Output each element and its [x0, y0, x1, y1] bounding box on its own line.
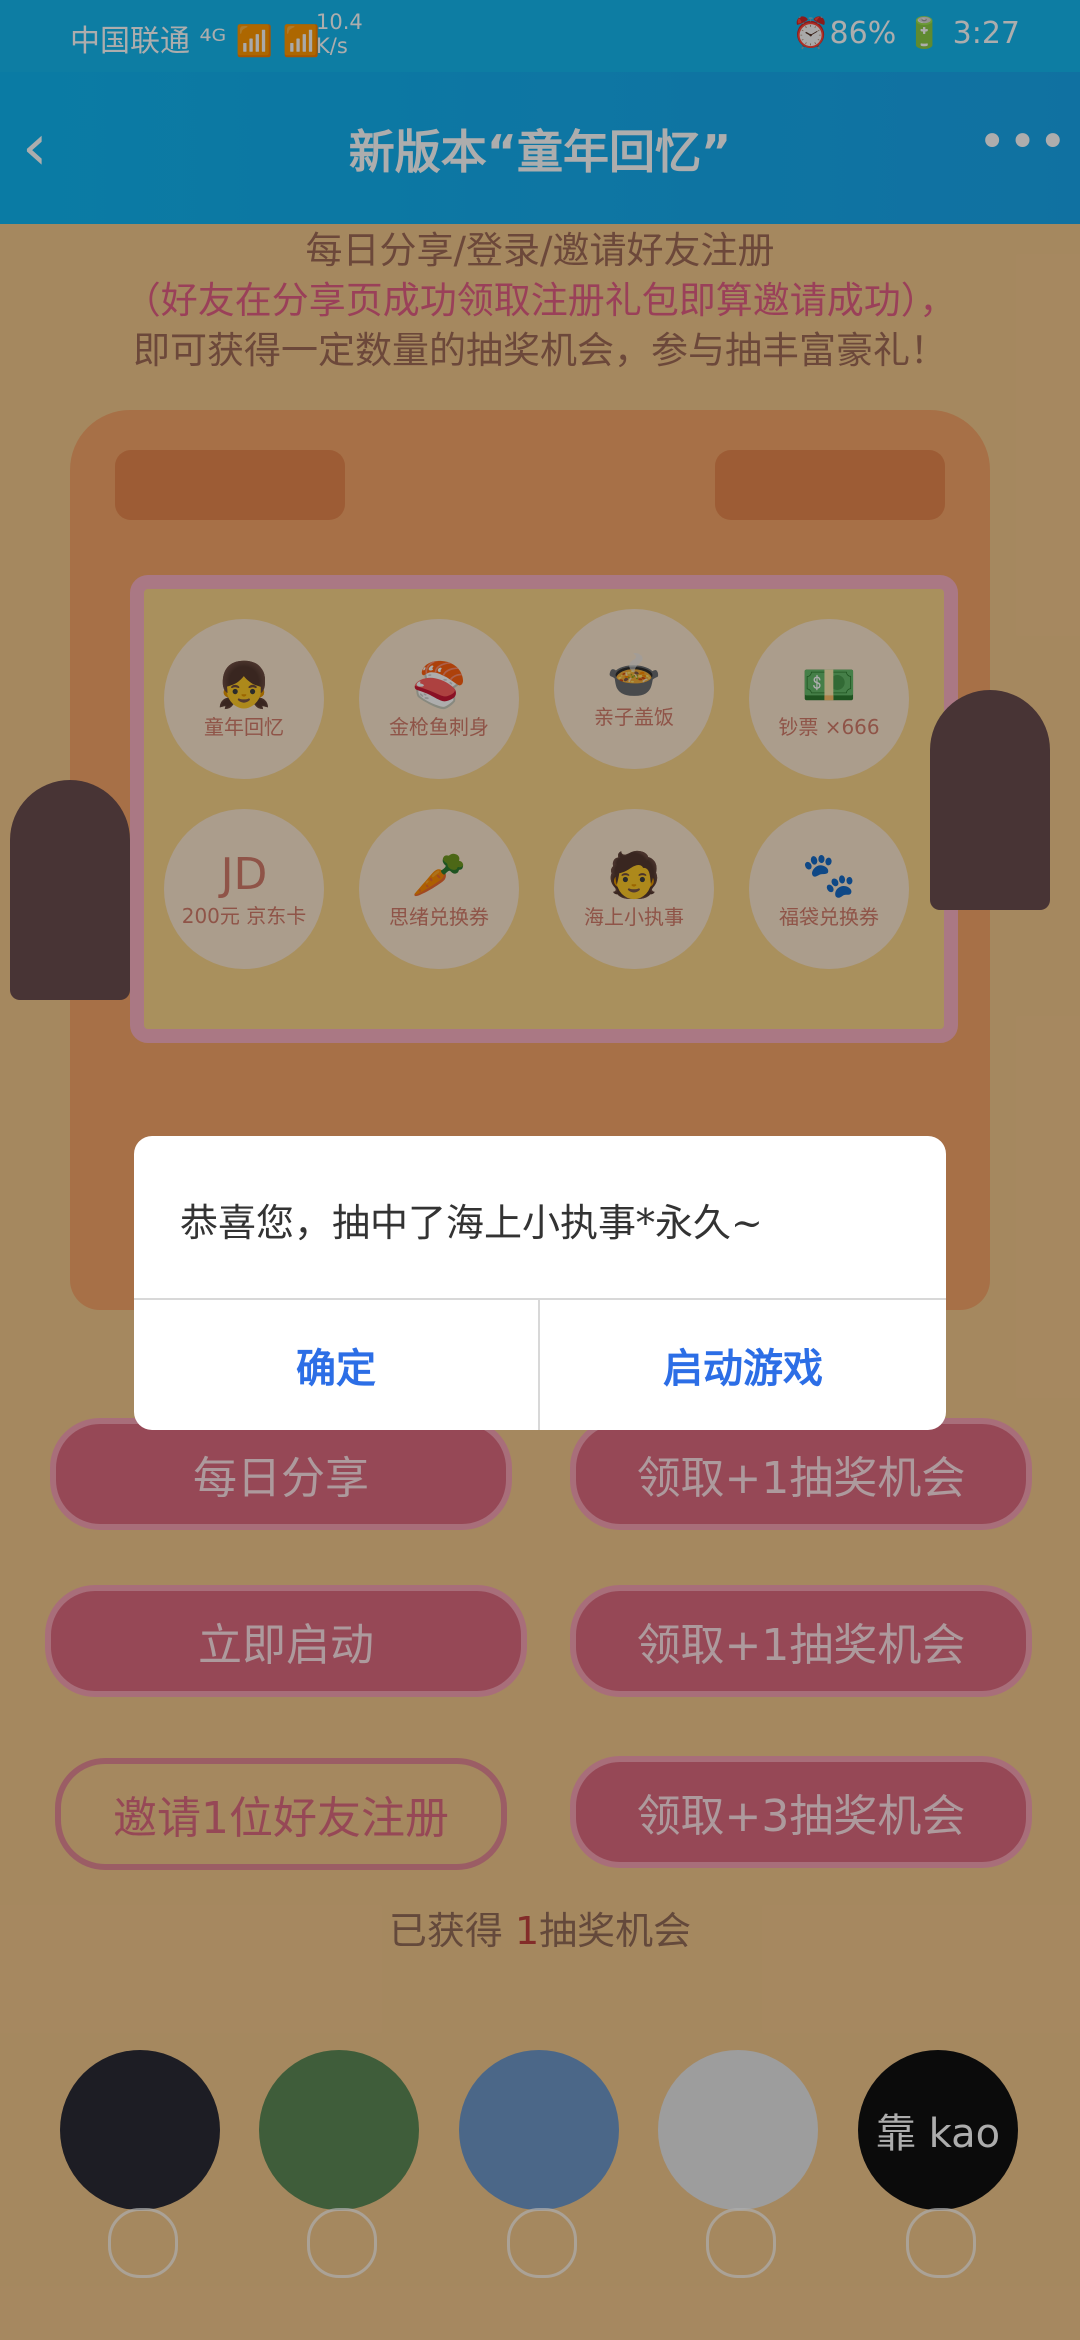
start-game-button[interactable]: 启动游戏 — [540, 1300, 946, 1430]
dialog-message: 恭喜您，抽中了海上小执事*永久~ — [180, 1201, 763, 1245]
prize-result-dialog: 恭喜您，抽中了海上小执事*永久~ 确定 启动游戏 — [134, 1136, 946, 1430]
confirm-button[interactable]: 确定 — [134, 1300, 538, 1430]
